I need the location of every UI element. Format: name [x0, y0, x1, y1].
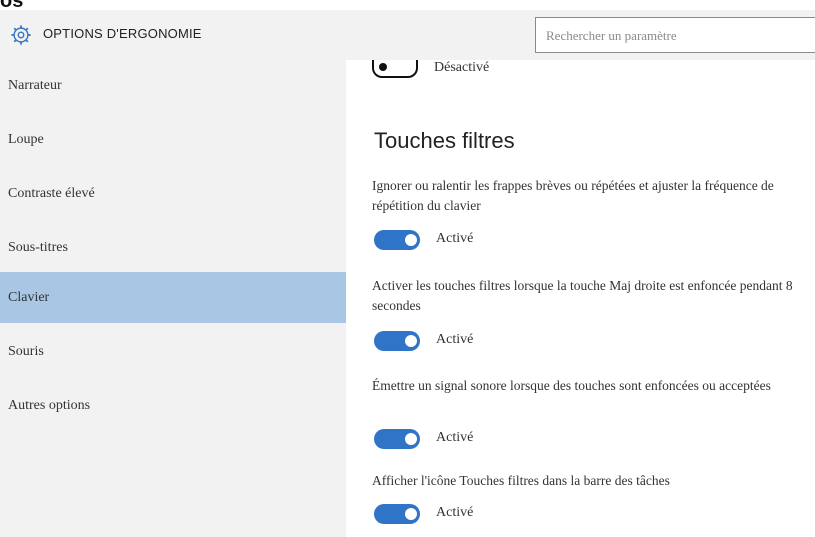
toggle-filter-keys[interactable] — [374, 230, 420, 250]
setting-description: Activer les touches filtres lorsque la t… — [372, 278, 793, 313]
toggle-state-label: Activé — [436, 231, 474, 246]
toggle-knob — [405, 508, 417, 520]
toggle-state-label: Activé — [436, 430, 474, 445]
toggle-state-label: Désactivé — [434, 60, 490, 75]
sidebar-item-contraste-eleve[interactable]: Contraste élevé — [0, 168, 346, 219]
toggle-right-shift[interactable] — [374, 331, 420, 351]
gear-icon — [11, 25, 31, 45]
sidebar-item-autres-options[interactable]: Autres options — [0, 380, 346, 431]
toggle-state-label: Activé — [436, 332, 474, 347]
header-bar: OPTIONS D'ERGONOMIE Rechercher un paramè… — [0, 10, 815, 60]
search-placeholder: Rechercher un paramètre — [546, 28, 677, 43]
sidebar-item-clavier[interactable]: Clavier — [0, 272, 346, 323]
clipped-top-text: os ” — [0, 0, 39, 12]
sidebar-item-loupe[interactable]: Loupe — [0, 114, 346, 165]
section-title: Touches filtres — [374, 128, 515, 153]
toggle-state-label: Activé — [436, 505, 474, 520]
setting-description: Émettre un signal sonore lorsque des tou… — [372, 378, 771, 393]
sidebar-item-narrateur[interactable]: Narrateur — [0, 60, 346, 111]
toggle-knob — [379, 63, 387, 71]
toggle-knob — [405, 433, 417, 445]
page-title: OPTIONS D'ERGONOMIE — [43, 26, 202, 41]
toggle-taskbar-icon[interactable] — [374, 504, 420, 524]
setting-description: Afficher l'icône Touches filtres dans la… — [372, 473, 670, 488]
search-input[interactable]: Rechercher un paramètre — [535, 17, 815, 53]
setting-description: Ignorer ou ralentir les frappes brèves o… — [372, 178, 774, 213]
sidebar: Narrateur Loupe Contraste élevé Sous-tit… — [0, 60, 346, 537]
toggle-knob — [405, 234, 417, 246]
sidebar-item-souris[interactable]: Souris — [0, 326, 346, 377]
toggle-beep[interactable] — [374, 429, 420, 449]
settings-window: os ” OPTIONS D'ERGONOMIE Rechercher un p… — [0, 0, 815, 537]
sidebar-item-sous-titres[interactable]: Sous-titres — [0, 222, 346, 273]
filter-keys-toggle-top[interactable] — [372, 60, 418, 78]
toggle-knob — [405, 335, 417, 347]
